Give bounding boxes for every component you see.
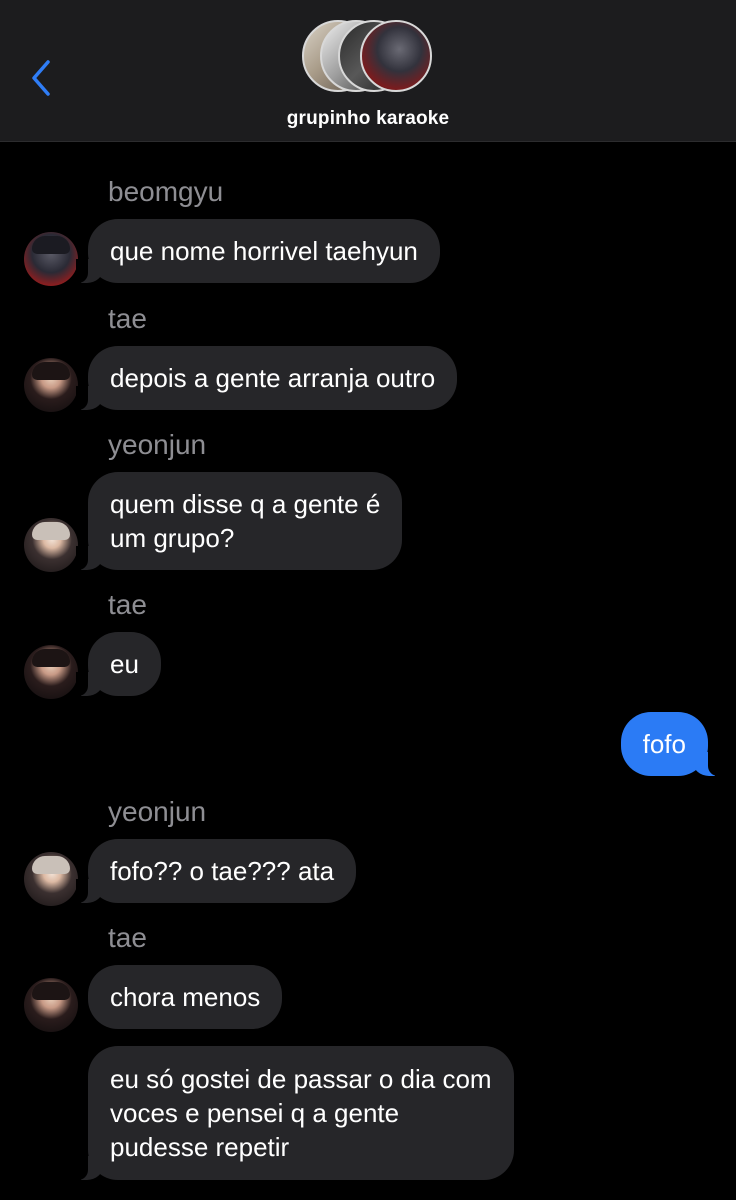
sender-name: tae (108, 589, 147, 620)
message-text-line: um grupo? (110, 523, 235, 553)
message-bubble[interactable]: fofo?? o tae??? ata (75, 839, 357, 903)
message-text-line: voces e pensei q a gente (110, 1098, 400, 1128)
chevron-left-icon (32, 60, 50, 96)
group-name[interactable]: grupinho karaoke (0, 108, 736, 130)
message-text: eu (110, 649, 139, 679)
group-avatar-stack[interactable] (302, 20, 434, 98)
avatar[interactable] (24, 518, 78, 572)
message-text: fofo (642, 729, 686, 759)
message-text-line: quem disse q a gente é (110, 489, 381, 519)
message-bubble[interactable]: eu só gostei de passar o dia com voces e… (76, 1046, 514, 1180)
message-text: que nome horrivel taehyun (110, 236, 418, 266)
sender-name: yeonjun (108, 429, 207, 460)
message-text: fofo?? o tae??? ata (110, 856, 335, 886)
chat-header: grupinho karaoke (0, 0, 736, 142)
avatar[interactable] (24, 358, 78, 412)
group-member-avatar (360, 20, 432, 92)
message-bubble[interactable]: chora menos (88, 965, 283, 1029)
avatar[interactable] (24, 232, 78, 286)
message-text-line: eu só gostei de passar o dia com (110, 1064, 492, 1094)
outgoing-message-bubble[interactable]: fofo (620, 712, 721, 776)
avatar[interactable] (24, 852, 78, 906)
sender-name: tae (108, 303, 147, 334)
message-text: depois a gente arranja outro (110, 363, 436, 393)
message-text-line: pudesse repetir (110, 1132, 290, 1162)
message-bubble[interactable]: quem disse q a gente é um grupo? (75, 472, 403, 570)
sender-name: beomgyu (108, 176, 224, 207)
avatar[interactable] (24, 978, 78, 1032)
avatar[interactable] (24, 645, 78, 699)
sender-name: yeonjun (108, 796, 207, 827)
message-bubble[interactable]: que nome horrivel taehyun (76, 219, 440, 283)
message-text: chora menos (110, 982, 261, 1012)
message-bubble[interactable]: eu (76, 632, 161, 696)
message-bubble[interactable]: depois a gente arranja outro (75, 346, 458, 410)
back-button[interactable] (24, 56, 64, 100)
sender-name: tae (108, 922, 147, 953)
